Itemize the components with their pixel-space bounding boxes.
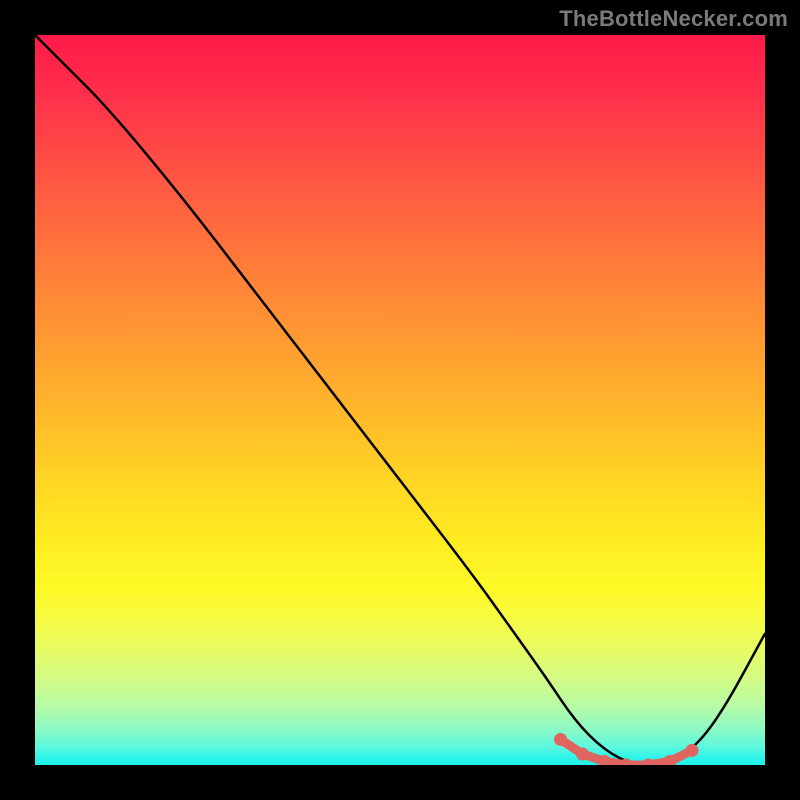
plot-area [35,35,765,765]
attribution-label: TheBottleNecker.com [559,6,788,32]
trough-marker-line [561,739,692,765]
chart-frame: TheBottleNecker.com [0,0,800,800]
curve-overlay [35,35,765,765]
bottleneck-curve-line [35,35,765,765]
